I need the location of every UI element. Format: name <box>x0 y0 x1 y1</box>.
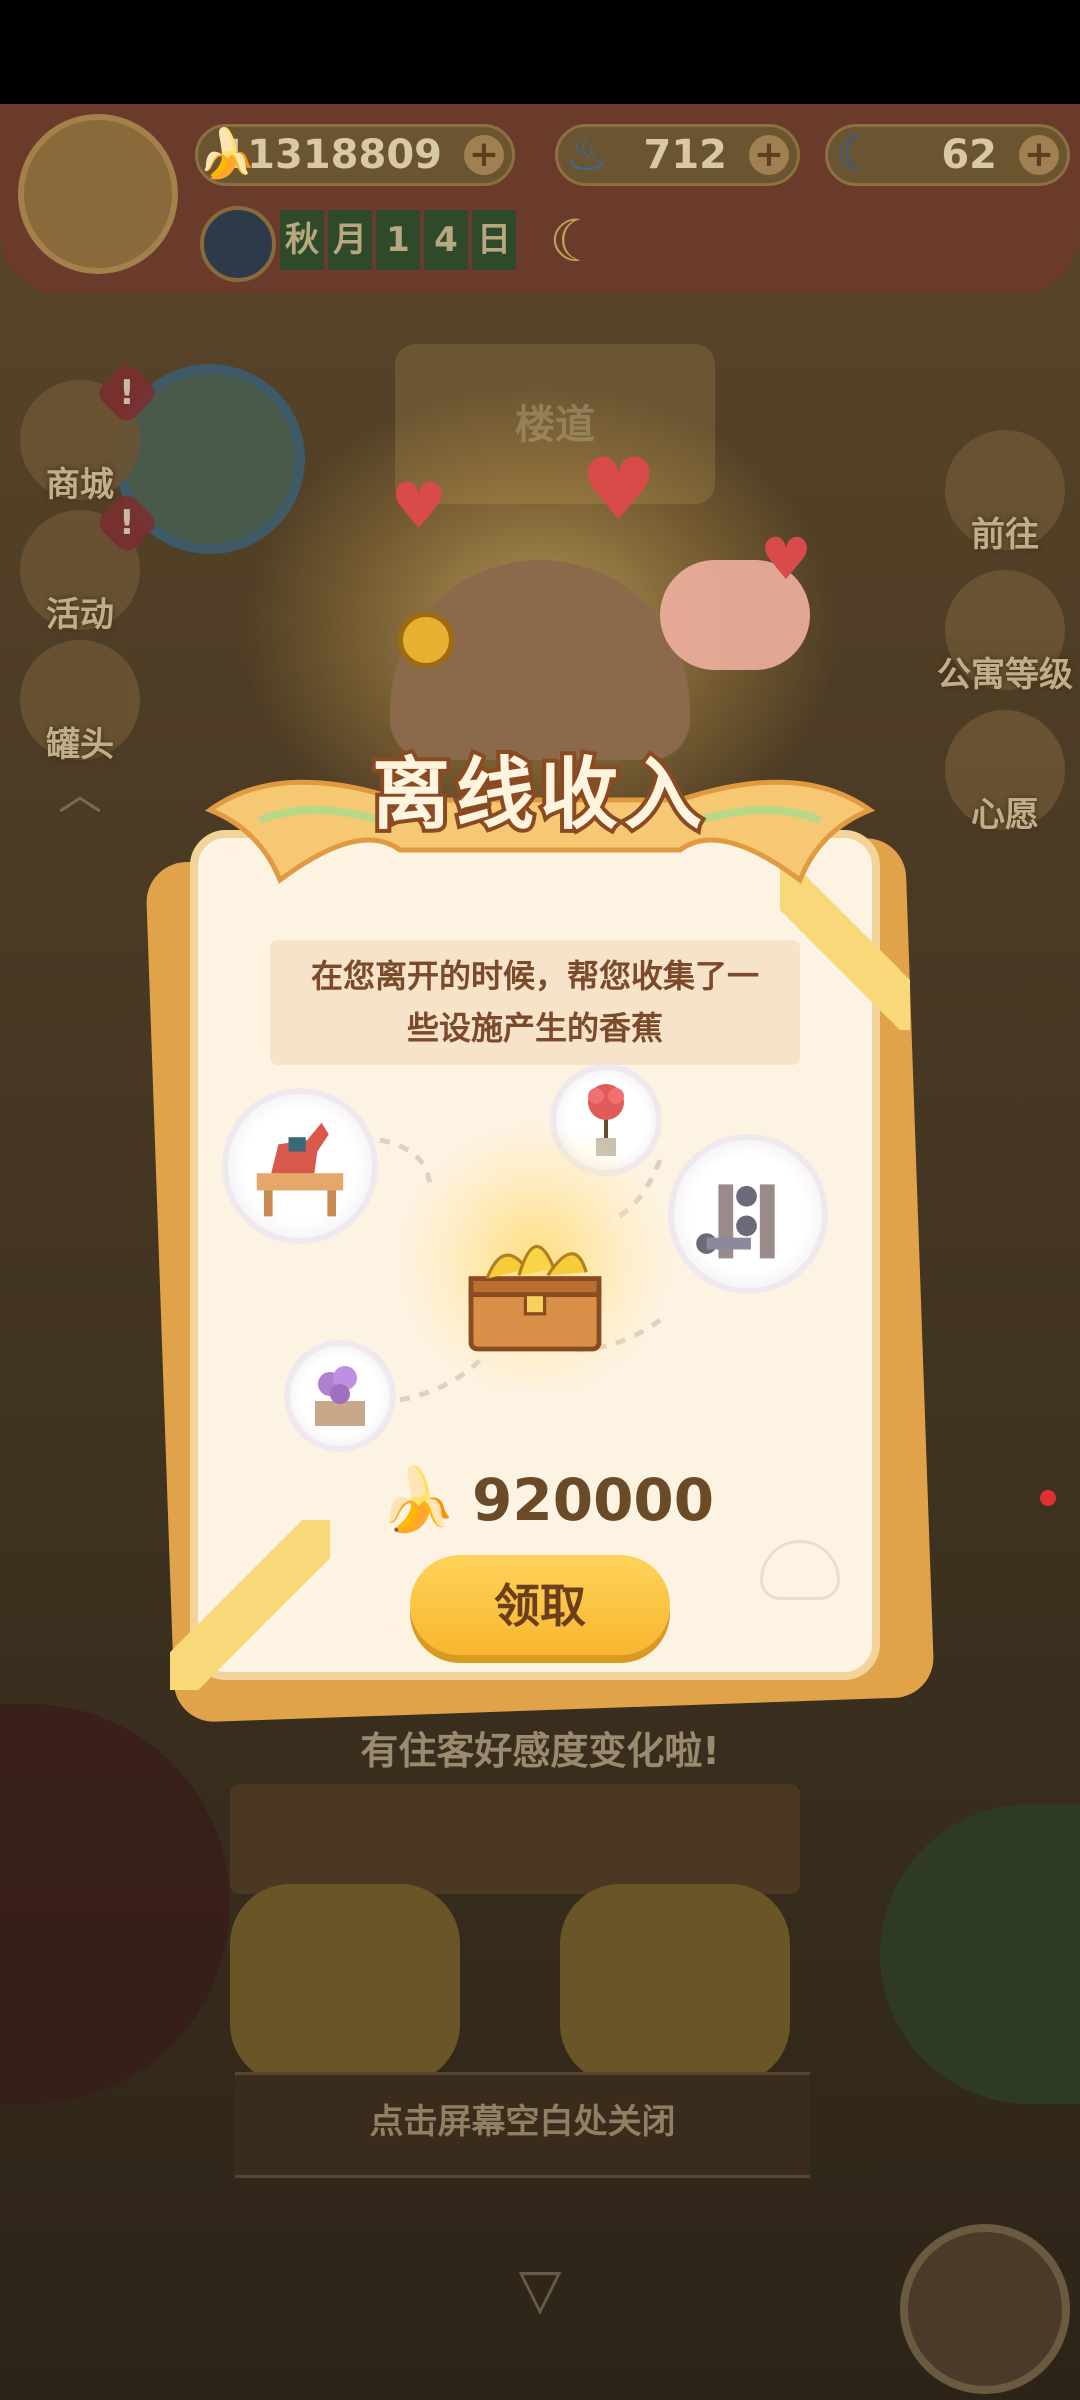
wish-button[interactable]: 心愿 <box>945 710 1065 835</box>
date-char: 日 <box>472 210 516 270</box>
apartment-level-label: 公寓等级 <box>937 655 1073 695</box>
flame-icon: ♨ <box>565 126 609 182</box>
flame-counter-value: 712 <box>643 132 728 178</box>
close-hint-text: 点击屏幕空白处关闭 <box>369 2102 676 2142</box>
banana-icon: 🍌 <box>379 1463 457 1536</box>
offline-message: 在您离开的时候，帮您收集了一 些设施产生的香蕉 <box>290 950 780 1054</box>
blue-banana-icon: ☾ <box>835 126 879 182</box>
moon-icon: ☾ <box>549 207 601 275</box>
offline-message-line: 在您离开的时候，帮您收集了一 <box>310 957 759 995</box>
blue-banana-counter: ☾ 62 + <box>825 124 1070 186</box>
add-banana-button[interactable]: + <box>464 135 504 175</box>
add-flame-button[interactable]: + <box>749 135 789 175</box>
events-label: 活动 <box>46 595 114 635</box>
coin-icon <box>398 612 454 668</box>
cans-button[interactable]: 罐头 <box>20 640 140 765</box>
shop-button[interactable]: ! 商城 <box>20 360 160 505</box>
reward-amount: 920000 <box>472 1466 715 1534</box>
heart-icon: ♥ <box>760 525 812 593</box>
date-char: 1 <box>376 210 420 270</box>
heart-icon: ♥ <box>390 470 448 544</box>
heart-icon: ♥ <box>580 440 658 540</box>
corner-ribbon <box>170 1520 330 1690</box>
banana-icon: 🍌 <box>197 126 257 182</box>
wish-label: 心愿 <box>971 795 1039 835</box>
banana-counter: 🍌 11318809 + <box>195 124 515 186</box>
collapse-menu-icon[interactable]: ︿ <box>50 770 110 820</box>
favor-change-notice: 有住客好感度变化啦! <box>360 1729 720 1773</box>
dialog-title: 离线收入 <box>368 746 708 844</box>
apartment-level-button[interactable]: 公寓等级 <box>937 570 1073 695</box>
weather-icon <box>200 206 276 282</box>
date-char: 月 <box>328 210 372 270</box>
banana-chest-icon <box>468 1245 602 1352</box>
add-blue-banana-button[interactable]: + <box>1019 135 1059 175</box>
events-button[interactable]: ! 活动 <box>20 490 160 635</box>
flame-counter: ♨ 712 + <box>555 124 800 186</box>
cans-label: 罐头 <box>46 725 114 765</box>
player-avatar[interactable] <box>18 114 178 274</box>
offline-message-line: 些设施产生的香蕉 <box>406 1009 663 1047</box>
claim-button[interactable]: 领取 <box>410 1555 670 1655</box>
goto-label: 前往 <box>971 515 1039 555</box>
date-char: 秋 <box>280 210 324 270</box>
down-arrow-icon[interactable]: ▽ <box>500 2260 580 2320</box>
blue-banana-counter-value: 62 <box>941 132 997 178</box>
date-display: 秋 月 1 4 日 <box>280 210 520 270</box>
date-char: 4 <box>424 210 468 270</box>
goto-button[interactable]: 前往 <box>945 430 1065 555</box>
